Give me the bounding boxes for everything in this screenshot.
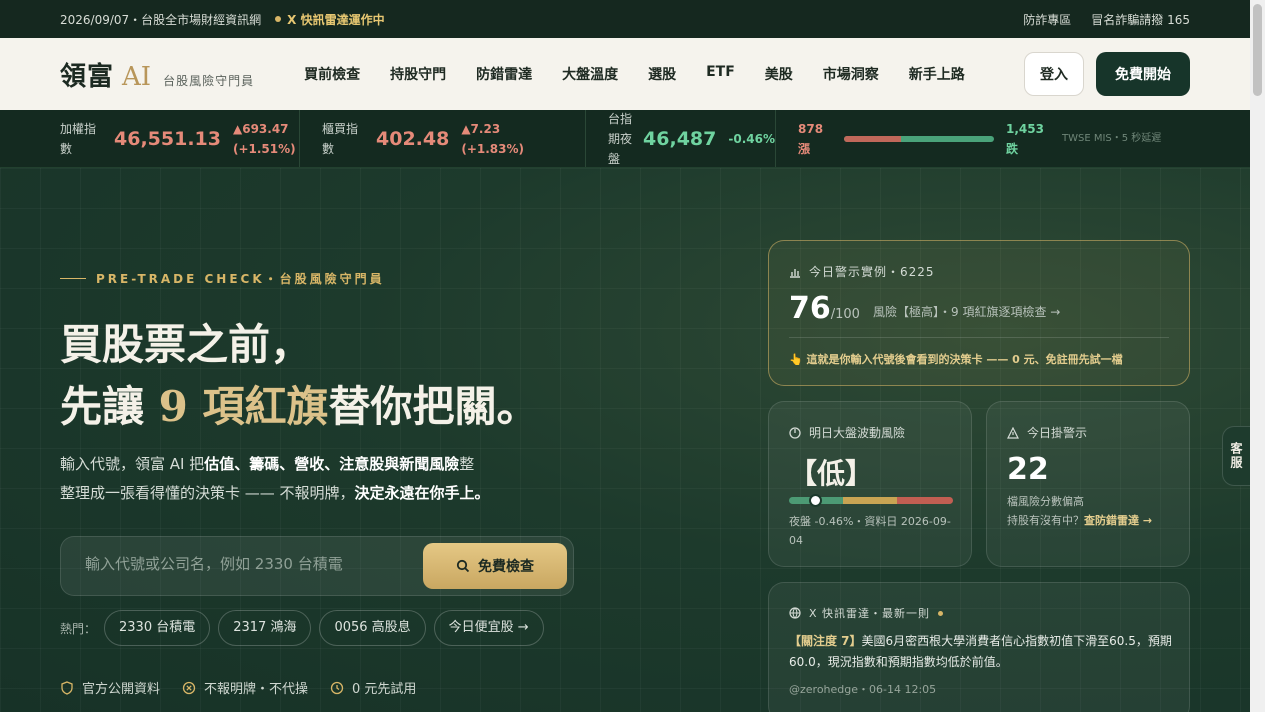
clock-icon [330,681,344,694]
stock-search-box: 免費檢查 [60,536,574,596]
nav-item-insights[interactable]: 市場洞察 [823,64,879,84]
hero-eyebrow: PRE-TRADE CHECK・台股風險守門員 [60,270,385,287]
ticker-value: 46,487 [643,127,717,150]
card-head: 今日掛警示 [1007,424,1087,441]
risk-gauge [789,494,953,507]
nav-item-holdings[interactable]: 持股守門 [390,64,446,84]
ticker-otc[interactable]: 櫃買指數 402.48 ▲7.23 (+1.83%) [300,110,586,167]
market-risk-sub: 夜盤 -0.46%・資料日 2026-09-04 [789,515,951,547]
divider [789,337,1169,338]
breadth-bar-fill [844,135,901,142]
nav-item-market-temp[interactable]: 大盤溫度 [562,64,618,84]
ticker-value: 46,551.13 [114,127,221,150]
advances-count: 878 漲 [798,121,824,156]
market-ticker: 加權指數 46,551.13 ▲693.47 (+1.51%) 櫃買指數 402.… [0,110,1250,168]
nav-item-beginners[interactable]: 新手上路 [909,64,965,84]
customer-service-tab[interactable]: 客服 [1222,426,1250,486]
radar-link[interactable]: 查防錯雷達 → [1084,514,1152,527]
no-icon [182,681,196,694]
stock-search-input[interactable] [85,555,405,573]
ticker-taiex[interactable]: 加權指數 46,551.13 ▲693.47 (+1.51%) [0,110,300,167]
anti-fraud-link[interactable]: 防詐專區 [1023,11,1071,28]
ticker-change: -0.46% [728,131,775,146]
news-text: 【關注度 7】美國6月密西根大學消費者信心指數初值下滑至60.5，預期60.0，… [789,634,1172,669]
nav-item-us-stocks[interactable]: 美股 [765,64,793,84]
logo-text: 領富 [60,61,115,92]
logo-ai: AI [122,61,152,92]
ticker-change: ▲7.23 (+1.83%) [461,121,524,156]
scrollbar[interactable] [1250,0,1265,712]
hot-chip[interactable]: 今日便宜股 → [433,610,544,646]
warning-icon [1007,426,1019,439]
data-source: TWSE MIS・5 秒延遲 [1062,132,1162,144]
card-head: X 快訊雷達・最新一則 [789,605,944,621]
feature-item: 0 元先試用 [330,678,416,697]
nav-item-etf[interactable]: ETF [706,64,735,84]
shield-icon [61,680,73,695]
date-line: 2026/09/07・台股全市場財經資訊網 [60,12,262,27]
feature-item: 官方公開資料 [60,678,160,697]
start-free-button[interactable]: 免費開始 [1096,52,1190,96]
brand-tagline: 台股風險守門員 [163,73,255,88]
card-head: 今日警示實例・6225 [789,263,935,280]
radar-status[interactable]: X 快訊雷達運作中 [287,11,384,28]
nav-item-screener[interactable]: 選股 [648,64,676,84]
hero-title-highlight: 9 項紅旗 [158,382,329,431]
nav-buttons: 登入 免費開始 [1024,52,1190,96]
feature-item: 不報明牌・不代操 [182,678,308,697]
news-card[interactable]: X 快訊雷達・最新一則 【關注度 7】美國6月密西根大學消費者信心指數初值下滑至… [768,582,1190,712]
status-dot-icon [275,15,282,22]
nav-item-pre-check[interactable]: 買前檢查 [304,64,360,84]
alerts-sub: 檔風險分數偏高 持股有沒有中？查防錯雷達 → [1007,495,1153,527]
main-nav: 領富 AI 台股風險守門員 買前檢查 持股守門 防錯雷達 大盤溫度 選股 ETF… [0,38,1250,110]
search-icon [456,559,470,573]
globe-icon [789,607,801,619]
hot-chip[interactable]: 0056 高股息 [319,610,426,646]
gauge-knob [809,494,823,507]
chart-icon [790,268,800,278]
ticker-value: 402.48 [376,127,450,150]
alerts-count: 22 [1007,452,1049,487]
example-decision-card[interactable]: 今日警示實例・6225 76/100 風險【極高】・9 項紅旗逐項檢查 → 👆 … [768,240,1190,386]
market-breadth: 878 漲 1,453 跌 TWSE MIS・5 秒延遲 [776,110,1172,167]
nav-menu: 買前檢查 持股守門 防錯雷達 大盤溫度 選股 ETF 美股 市場洞察 新手上路 [304,64,965,84]
news-meta: @zerohedge・06-14 12:05 [789,683,937,696]
hot-searches: 熱門： 2330 台積電 2317 鴻海 0056 高股息 今日便宜股 → [60,610,544,646]
feature-list: 官方公開資料 不報明牌・不代操 0 元先試用 [60,678,416,697]
ticker-label: 台指期夜盤 [608,111,633,166]
risk-score: 76/100 [789,291,860,326]
ticker-futures-night[interactable]: 台指期夜盤 46,487 -0.46% [586,110,776,167]
market-risk-card[interactable]: 明日大盤波動風險 【低】 夜盤 -0.46%・資料日 2026-09-04 [768,401,972,567]
brand[interactable]: 領富 AI 台股風險守門員 [60,56,254,93]
hot-chip[interactable]: 2330 台積電 [104,610,211,646]
hot-chip[interactable]: 2317 鴻海 [218,610,312,646]
scrollbar-thumb[interactable] [1253,4,1262,96]
declines-count: 1,453 跌 [1006,121,1044,156]
top-bar: 2026/09/07・台股全市場財經資訊網 X 快訊雷達運作中 防詐專區 冒名詐… [0,0,1250,38]
nav-item-radar[interactable]: 防錯雷達 [476,64,532,84]
fraud-hotline: 冒名詐騙請撥 165 [1091,12,1190,27]
breadth-bar [844,135,994,142]
market-risk-level: 【低】 [789,457,874,490]
alerts-card[interactable]: 今日掛警示 22 檔風險分數偏高 持股有沒有中？查防錯雷達 → [986,401,1190,567]
ticker-change: ▲693.47 (+1.51%) [232,121,296,156]
card-note: 👆 這就是你輸入代號後會看到的決策卡 —— 0 元、免註冊先試一檔 [789,353,1123,366]
login-button[interactable]: 登入 [1024,52,1084,96]
top-links: 防詐專區 冒名詐騙請撥 165 [1023,11,1190,28]
live-dot-icon [938,610,944,616]
hot-label: 熱門： [60,621,97,636]
hero-section: PRE-TRADE CHECK・台股風險守門員 買股票之前， 先讓 9 項紅旗替… [0,168,1250,712]
card-head: 明日大盤波動風險 [789,424,905,441]
hero-title: 買股票之前， 先讓 9 項紅旗替你把關。 [60,320,539,431]
gauge-icon [789,426,801,439]
risk-level-link[interactable]: 風險【極高】・9 項紅旗逐項檢查 → [873,303,1060,320]
free-check-button[interactable]: 免費檢查 [423,543,567,589]
hero-description: 輸入代號，領富 AI 把估值、籌碼、營收、注意股與新聞風險整 整理成一張看得懂的… [60,455,490,502]
ticker-label: 櫃買指數 [322,121,359,156]
ticker-label: 加權指數 [60,121,97,156]
